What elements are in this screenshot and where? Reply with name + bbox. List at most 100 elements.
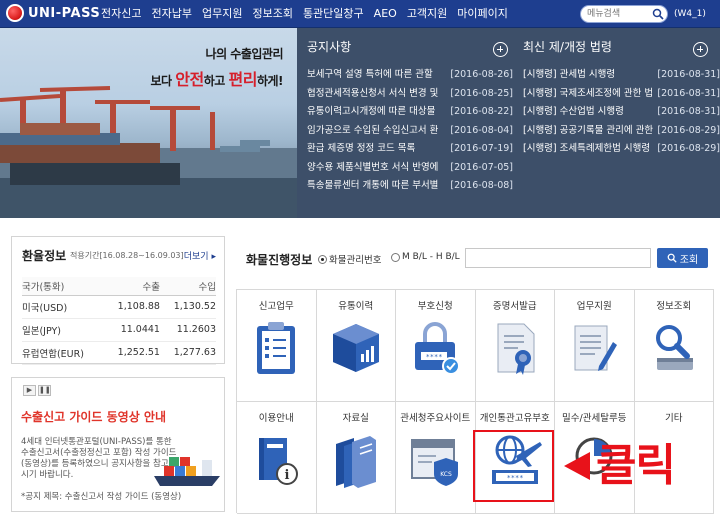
books-stack-icon xyxy=(335,436,376,488)
menu-item-customer-support[interactable]: 고객지원 xyxy=(402,0,452,28)
lock-password-icon: **** xyxy=(415,322,461,375)
notice-item[interactable]: 양수용 제품식별번호 서식 반영에 [2016-07-05] xyxy=(307,159,513,178)
exchange-rate-title: 환율정보 xyxy=(22,249,67,263)
notice-item-date: [2016-08-08] xyxy=(450,180,513,191)
logo[interactable]: UNI-PASS xyxy=(6,4,100,22)
law-item[interactable]: [시행령] 수산업법 시행령 [2016-08-31] xyxy=(523,103,720,122)
table-row: 유럽연합(EUR) 1,252.51 1,277.63 xyxy=(22,341,216,365)
notice-item-title[interactable]: 임가공으로 수입된 수입신고서 환 xyxy=(307,122,447,141)
guide-note: *공지 제목: 수출신고서 작성 가이드 (동영상) xyxy=(21,492,182,502)
more-label: 더보기 xyxy=(183,252,209,262)
notice-item-title[interactable]: 협정관세적용신청서 서식 변경 및 xyxy=(307,85,447,104)
law-item[interactable]: [시행령] 조세특례제한법 시행령 [2016-08-29] xyxy=(523,140,720,159)
certificate-ribbon-icon xyxy=(497,323,535,375)
tile-business-support[interactable]: 업무지원 xyxy=(555,290,635,402)
menu-item-business-support[interactable]: 업무지원 xyxy=(197,0,247,28)
menu-item-e-payment[interactable]: 전자납부 xyxy=(146,0,196,28)
tile-declaration[interactable]: 신고업무 xyxy=(237,290,317,402)
law-item-title[interactable]: [시행령] 공공기록물 관리에 관한 xyxy=(523,122,656,141)
top-nav-bar: UNI-PASS 전자신고 전자납부 업무지원 정보조회 통관단일창구 AEO … xyxy=(0,0,720,28)
laws-more-plus-icon[interactable] xyxy=(693,42,708,57)
notice-item[interactable]: 협정관세적용신청서 서식 변경 및 [2016-08-25] xyxy=(307,85,513,104)
search-icon[interactable] xyxy=(652,8,664,20)
tile-label: 관세청주요사이트 xyxy=(400,413,471,424)
notice-item[interactable]: 보세구역 설영 특허에 따른 관할 [2016-08-26] xyxy=(307,66,513,85)
tile-label: 신고업무 xyxy=(258,301,294,312)
tile-label: 밀수/관세탈루등 xyxy=(562,413,627,424)
law-item-title[interactable]: [시행령] 관세법 시행령 xyxy=(523,66,656,85)
tile-user-guide[interactable]: 이용안내 i xyxy=(237,402,317,514)
law-item-title[interactable]: [시행령] 국제조세조정에 관한 법 xyxy=(523,85,656,104)
menu-search-box xyxy=(580,5,668,23)
column-header: 국가(통화) xyxy=(22,277,104,296)
slide-play-icon[interactable]: ▶ xyxy=(23,385,36,396)
tile-code-application[interactable]: 부호신청 **** xyxy=(396,290,476,402)
notice-title[interactable]: 공지사항 xyxy=(307,38,513,66)
law-item[interactable]: [시행령] 국제조세조정에 관한 법 [2016-08-31] xyxy=(523,85,720,104)
banner-slogan-line1: 나의 수출입관리 xyxy=(205,47,284,61)
tile-label: 개인통관고유부호 xyxy=(479,413,550,424)
notice-item[interactable]: 특송물류센터 개통에 따른 부서별 [2016-08-08] xyxy=(307,177,513,196)
notice-item-date: [2016-07-05] xyxy=(450,161,513,173)
tile-info-inquiry[interactable]: 정보조회 xyxy=(634,290,714,402)
menu-item-aeo[interactable]: AEO xyxy=(369,0,402,28)
law-item-date: [2016-08-31] xyxy=(657,106,720,117)
tile-customs-sites[interactable]: 관세청주요사이트 KCS xyxy=(396,402,476,514)
guide-title[interactable]: 수출신고 가이드 동영상 안내 xyxy=(21,408,166,425)
law-item-date: [2016-08-29] xyxy=(657,143,720,154)
radio-label: 화물관리번호 xyxy=(329,255,382,266)
notice-item[interactable]: 임가공으로 수입된 수입신고서 환 [2016-08-04] xyxy=(307,122,513,141)
slogan-emphasis: 안전 xyxy=(175,70,204,89)
notice-item[interactable]: 유통이력고시개정에 따른 대상물 [2016-08-22] xyxy=(307,103,513,122)
notice-item[interactable]: 환급 제증명 정정 코드 목록 [2016-07-19] xyxy=(307,140,513,159)
logo-text: UNI-PASS xyxy=(28,5,101,21)
exchange-rate-more-link[interactable]: 더보기 ▸ xyxy=(184,249,216,262)
menu-item-single-window[interactable]: 통관단일창구 xyxy=(298,0,369,28)
notice-item-date: [2016-08-04] xyxy=(450,124,513,136)
cargo-number-input[interactable] xyxy=(465,248,651,268)
exchange-rate-table: 국가(통화) 수출 수입 미국(USD) 1,108.88 1,130.52 일본(JP… xyxy=(22,277,216,365)
tile-distribution-history[interactable]: 유통이력 xyxy=(316,290,396,402)
law-item[interactable]: [시행령] 공공기록물 관리에 관한 [2016-08-29] xyxy=(523,122,720,141)
user-id[interactable]: (W4_1) xyxy=(674,0,706,28)
radio-checked-icon[interactable] xyxy=(318,254,327,264)
law-item-title[interactable]: [시행령] 조세특례제한법 시행령 xyxy=(523,140,656,159)
menu-search-input[interactable] xyxy=(587,7,647,21)
arrow-left-icon xyxy=(564,452,590,480)
law-item-title[interactable]: [시행령] 수산업법 시행령 xyxy=(523,103,656,122)
notice-item-date: [2016-08-25] xyxy=(450,87,513,99)
notice-item-title[interactable]: 보세구역 설영 특허에 따른 관할 xyxy=(307,66,447,85)
clipboard-checklist-icon xyxy=(257,322,296,374)
guide-video-box: ▶ ❚❚ 수출신고 가이드 동영상 안내 4세대 인터넷통관포털(UNI-PAS… xyxy=(11,377,225,512)
column-header: 수입 xyxy=(159,277,216,296)
menu-item-e-declaration[interactable]: 전자신고 xyxy=(96,0,146,28)
notice-panel: 공지사항 보세구역 설영 특허에 따른 관할 [2016-08-26] 협정관세적… xyxy=(297,28,513,218)
currency-cell: 일본(JPY) xyxy=(22,318,104,342)
tile-label: 부호신청 xyxy=(417,301,453,312)
notice-more-plus-icon[interactable] xyxy=(493,42,508,57)
laws-title[interactable]: 최신 제/개정 법령 xyxy=(523,38,720,66)
radio-cargo-number[interactable]: 화물관리번호 xyxy=(318,252,381,266)
slogan-part: 하고 xyxy=(203,74,229,88)
notice-item-title[interactable]: 특송물류센터 개통에 따른 부서별 xyxy=(307,177,447,196)
notice-item-title[interactable]: 양수용 제품식별번호 서식 반영에 xyxy=(307,159,447,178)
ship-illustration xyxy=(154,457,220,486)
law-item[interactable]: [시행령] 관세법 시행령 [2016-08-31] xyxy=(523,66,720,85)
tile-certificate[interactable]: 증명서발급 xyxy=(475,290,555,402)
menu-item-my-page[interactable]: 마이페이지 xyxy=(452,0,513,28)
notice-item-title[interactable]: 유통이력고시개정에 따른 대상물 xyxy=(307,103,447,122)
cargo-search-button[interactable]: 조회 xyxy=(657,248,708,268)
banner-slogan-line2: 보다 안전하고 편리하게! xyxy=(151,66,284,90)
export-rate-cell: 11.0441 xyxy=(103,318,160,342)
hero-banner: 나의 수출입관리 보다 안전하고 편리하게! xyxy=(0,28,297,218)
laws-panel: 최신 제/개정 법령 [시행령] 관세법 시행령 [2016-08-31] [시행… xyxy=(513,28,720,218)
notice-item-title[interactable]: 환급 제증명 정정 코드 목록 xyxy=(307,140,447,159)
radio-label: M B/L - H B/L xyxy=(402,252,460,262)
radio-bl-number[interactable]: M B/L - H B/L xyxy=(391,252,460,262)
slide-pause-icon[interactable]: ❚❚ xyxy=(38,385,51,396)
menu-item-info-inquiry[interactable]: 정보조회 xyxy=(247,0,297,28)
box-chart-icon xyxy=(332,324,379,372)
tile-label: 자료실 xyxy=(342,413,369,424)
radio-unchecked-icon[interactable] xyxy=(391,252,400,262)
tile-library[interactable]: 자료실 xyxy=(316,402,396,514)
